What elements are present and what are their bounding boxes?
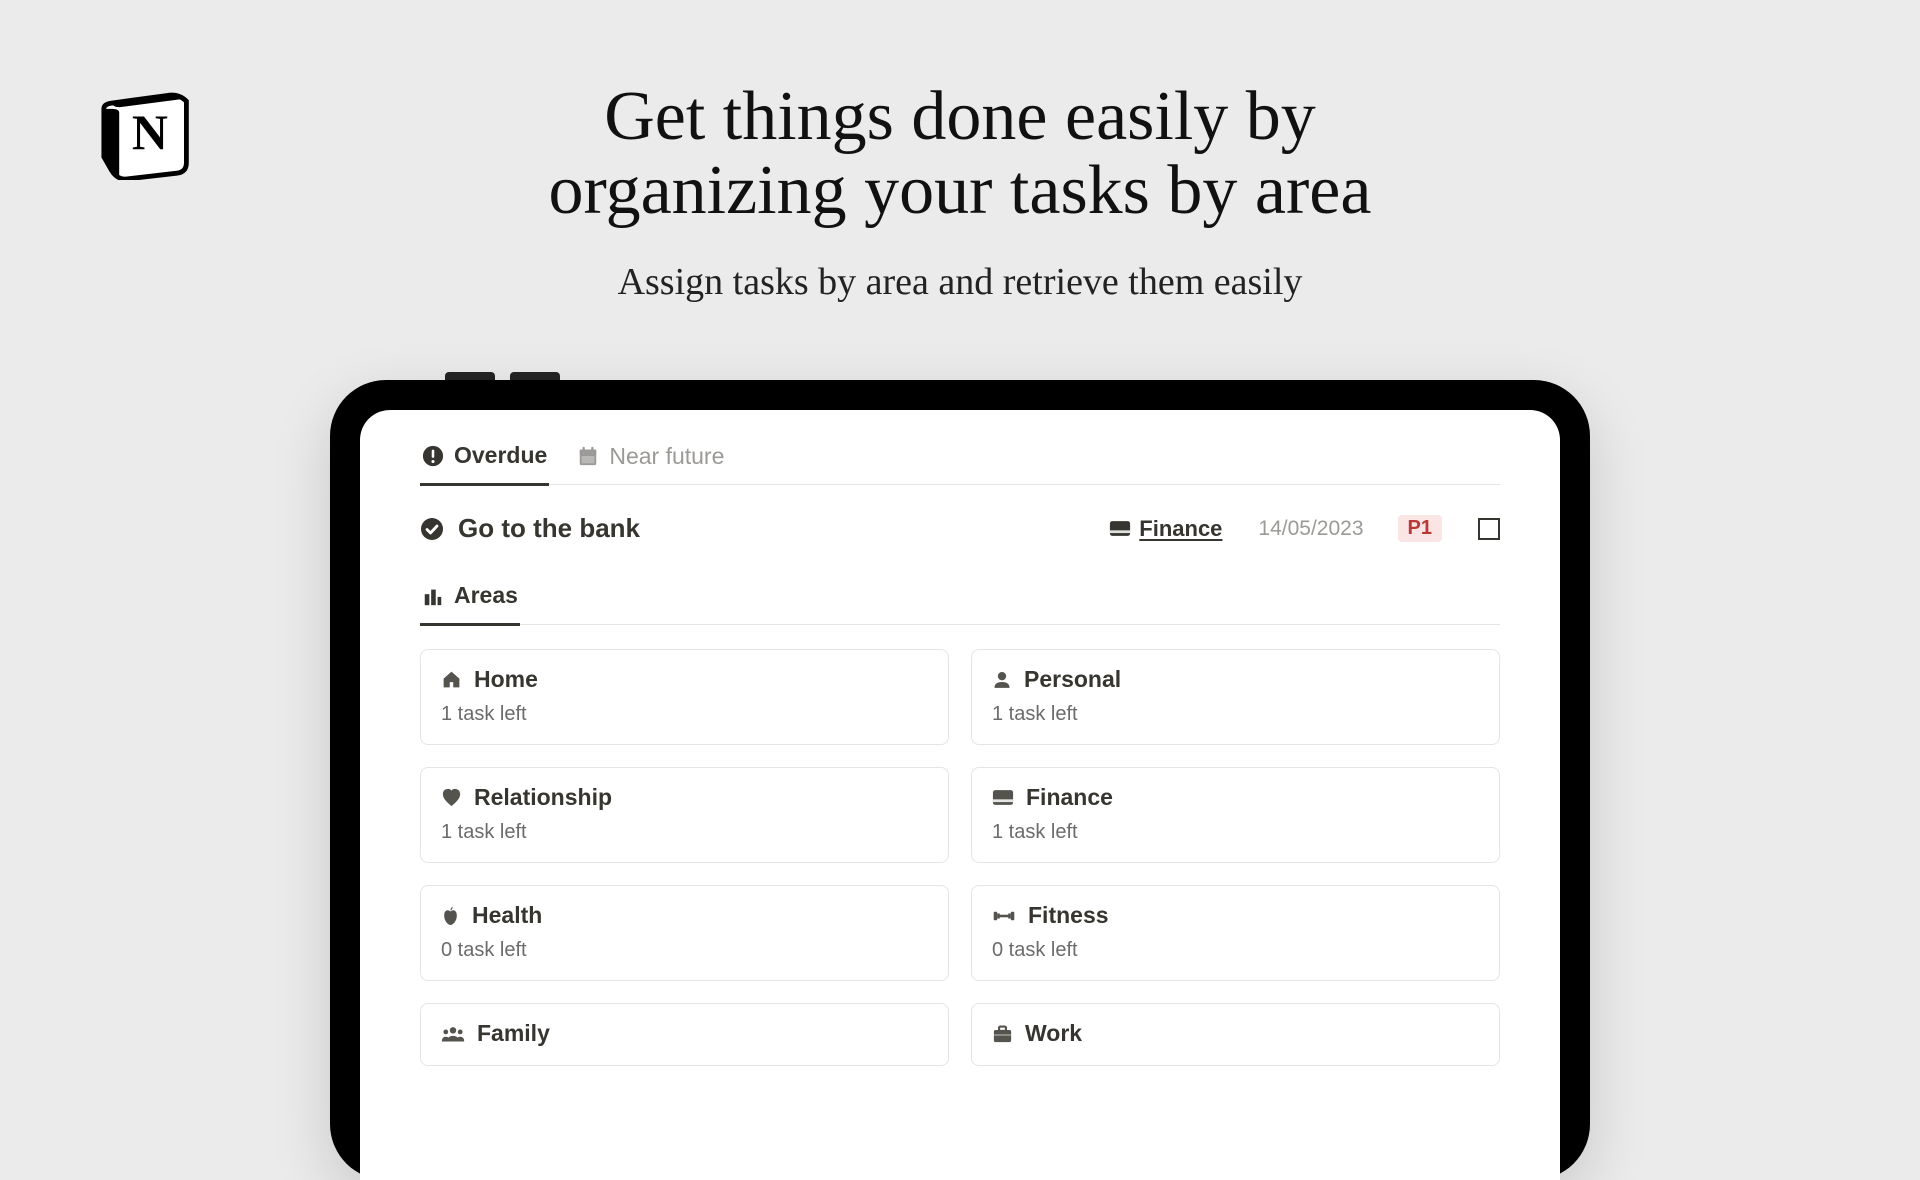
apple-icon (441, 905, 460, 926)
tab-near-future[interactable]: Near future (575, 436, 726, 484)
card-icon (992, 789, 1014, 806)
area-card-sub: 1 task left (441, 703, 928, 726)
group-icon (441, 1025, 465, 1042)
tab-areas[interactable]: Areas (420, 576, 520, 626)
task-title: Go to the bank (458, 513, 1095, 544)
area-card-title: Relationship (474, 784, 612, 811)
home-icon (441, 669, 462, 690)
section-tabs: Areas (420, 576, 1500, 625)
task-row[interactable]: Go to the bank Finance 14/05/2023 P1 (420, 485, 1500, 564)
task-checkbox[interactable] (1478, 518, 1500, 540)
page-heading: Get things done easily by organizing you… (0, 80, 1920, 227)
area-card-title: Work (1025, 1020, 1082, 1047)
area-card-title: Family (477, 1020, 550, 1047)
city-icon (422, 585, 444, 607)
dumbbell-icon (992, 909, 1016, 923)
area-card-work[interactable]: Work (971, 1003, 1500, 1066)
priority-badge: P1 (1398, 515, 1442, 542)
tab-overdue[interactable]: Overdue (420, 436, 549, 486)
area-card-sub: 0 task left (992, 939, 1479, 962)
areas-grid: Home1 task leftPersonal1 task leftRelati… (420, 649, 1500, 1066)
area-card-family[interactable]: Family (420, 1003, 949, 1066)
view-tabs: Overdue Near future (420, 436, 1500, 485)
section-label: Areas (454, 582, 518, 609)
area-card-title: Personal (1024, 666, 1121, 693)
task-date: 14/05/2023 (1258, 517, 1363, 541)
area-card-title: Fitness (1028, 902, 1109, 929)
page-subheading: Assign tasks by area and retrieve them e… (0, 260, 1920, 304)
alert-circle-icon (422, 445, 444, 467)
area-card-sub: 0 task left (441, 939, 928, 962)
task-area-label: Finance (1139, 516, 1222, 542)
ipad-device: Overdue Near future Go to the bank Finan… (330, 380, 1590, 1180)
task-area-link[interactable]: Finance (1109, 516, 1222, 542)
area-card-title: Home (474, 666, 538, 693)
area-card-title: Health (472, 902, 542, 929)
tab-label: Overdue (454, 442, 547, 469)
area-card-personal[interactable]: Personal 1 task left (971, 649, 1500, 745)
area-card-finance[interactable]: Finance 1 task left (971, 767, 1500, 863)
card-icon (1109, 520, 1131, 537)
heart-icon (441, 788, 462, 807)
area-card-sub: 1 task left (992, 703, 1479, 726)
area-card-fitness[interactable]: Fitness 0 task left (971, 885, 1500, 981)
area-card-title: Finance (1026, 784, 1113, 811)
area-card-health[interactable]: Health 0 task left (420, 885, 949, 981)
area-card-home[interactable]: Home 1 task left (420, 649, 949, 745)
tab-label: Near future (609, 443, 724, 470)
app-screen: Overdue Near future Go to the bank Finan… (360, 410, 1560, 1180)
area-card-sub: 1 task left (992, 821, 1479, 844)
area-card-sub: 1 task left (441, 821, 928, 844)
user-icon (992, 669, 1012, 690)
calendar-icon (577, 445, 599, 467)
briefcase-icon (992, 1024, 1013, 1043)
check-circle-icon (420, 517, 444, 541)
area-card-relationship[interactable]: Relationship 1 task left (420, 767, 949, 863)
